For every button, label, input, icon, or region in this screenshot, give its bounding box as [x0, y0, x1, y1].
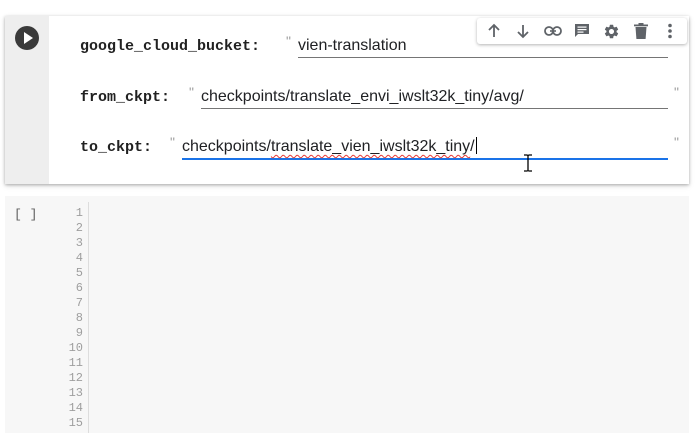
- text-cursor-icon: [524, 154, 532, 172]
- line-number: 8: [75, 311, 83, 325]
- line-number: 14: [68, 401, 83, 415]
- notebook-page: google_cloud_bucket: " vien-translation …: [0, 0, 697, 433]
- arrow-up-icon: [488, 23, 500, 37]
- to-ckpt-input[interactable]: checkpoints/translate_vien_iwslt32k_tiny…: [182, 136, 668, 160]
- line-number: 3: [75, 236, 83, 250]
- to-ckpt-value-misspelled: translate_vien_iwslt32k_tiny: [270, 138, 471, 155]
- line-number: 6: [75, 281, 83, 295]
- move-down-button[interactable]: [511, 20, 535, 42]
- comment-button[interactable]: [570, 20, 594, 42]
- line-number: 10: [68, 341, 83, 355]
- code-cell[interactable]: [ ] 1 2 3 4 5 6 7 8 9 10 11 12 13 14 15: [5, 196, 689, 433]
- execution-count[interactable]: [ ]: [14, 207, 37, 222]
- link-button[interactable]: [541, 20, 565, 42]
- line-number: 12: [68, 371, 83, 385]
- line-number: 9: [75, 326, 83, 340]
- from-ckpt-input[interactable]: checkpoints/translate_envi_iwslt32k_tiny…: [201, 86, 668, 109]
- gear-icon: [604, 24, 619, 38]
- form-row-from-ckpt: from_ckpt: " checkpoints/translate_envi_…: [5, 81, 689, 111]
- link-icon: [543, 26, 562, 36]
- close-quote: ": [674, 134, 679, 150]
- from-ckpt-input-value: checkpoints/translate_envi_iwslt32k_tiny…: [201, 88, 524, 105]
- move-up-button[interactable]: [482, 20, 506, 42]
- open-quote: ": [189, 84, 194, 100]
- bucket-input-value: vien-translation: [298, 37, 407, 54]
- line-number: 11: [68, 356, 83, 370]
- delete-button[interactable]: [629, 20, 653, 42]
- comment-icon: [574, 24, 589, 37]
- line-number: 15: [68, 416, 83, 430]
- line-number: 1: [75, 206, 83, 220]
- open-quote: ": [286, 33, 291, 49]
- field-label-to-ckpt: to_ckpt:: [80, 139, 153, 156]
- code-divider: [88, 202, 89, 433]
- line-number: 5: [75, 266, 83, 280]
- line-number: 4: [75, 251, 83, 265]
- settings-button[interactable]: [599, 20, 623, 42]
- more-options-button[interactable]: [658, 20, 682, 42]
- trash-icon: [633, 23, 648, 39]
- to-ckpt-value-prefix: checkpoints/: [182, 138, 271, 155]
- text-caret: [475, 137, 477, 154]
- close-quote: ": [674, 84, 679, 100]
- line-numbers-gutter: 1 2 3 4 5 6 7 8 9 10 11 12 13 14 15: [55, 206, 83, 431]
- to-ckpt-value-suffix: /: [470, 138, 475, 155]
- field-label-bucket: google_cloud_bucket:: [80, 38, 261, 55]
- arrow-down-icon: [517, 25, 529, 39]
- form-row-to-ckpt: to_ckpt: " checkpoints/translate_vien_iw…: [5, 131, 689, 161]
- field-label-from-ckpt: from_ckpt:: [80, 89, 171, 106]
- open-quote: ": [170, 134, 175, 150]
- line-number: 13: [68, 386, 83, 400]
- line-number: 2: [75, 221, 83, 235]
- line-number: 7: [75, 296, 83, 310]
- form-cell[interactable]: google_cloud_bucket: " vien-translation …: [5, 16, 689, 184]
- more-vert-icon: [668, 23, 673, 39]
- cell-toolbar: [477, 18, 687, 44]
